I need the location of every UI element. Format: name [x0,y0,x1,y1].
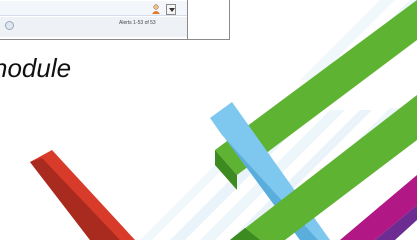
slide-canvas: Alerts 1-53 of 53 nodule [0,0,417,240]
user-avatar-icon [152,4,160,14]
row-dropdown[interactable] [166,4,176,15]
circle-button-icon[interactable] [5,21,14,30]
slide-heading: nodule [0,53,72,83]
chevron-down-icon [169,8,175,12]
red-stripe-shadow [30,158,120,240]
screenshot-side-panel [188,0,230,40]
alerts-count: Alerts 1-53 of 53 [119,20,156,26]
status-bar [0,17,187,37]
table-row [0,1,187,16]
embedded-screenshot: Alerts 1-53 of 53 [0,0,188,40]
